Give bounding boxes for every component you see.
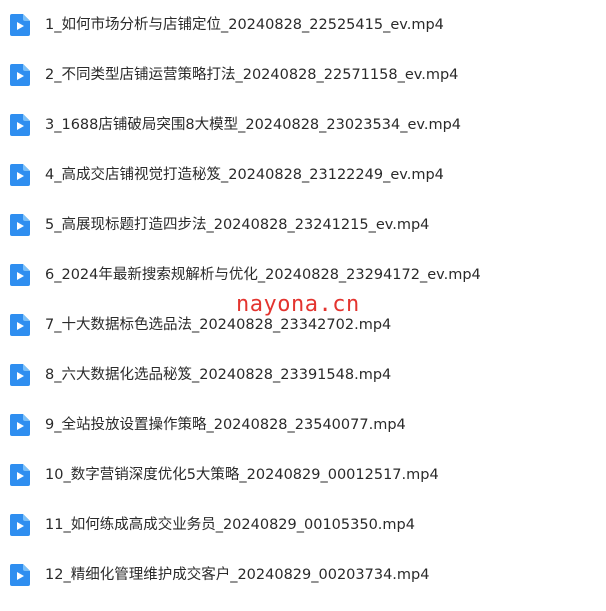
video-file-icon — [10, 464, 30, 486]
file-name: 10_数字营销深度优化5大策略_20240829_00012517.mp4 — [45, 467, 439, 483]
file-row[interactable]: 3_1688店铺破局突围8大模型_20240828_23023534_ev.mp… — [0, 100, 606, 150]
file-name: 5_高展现标题打造四步法_20240828_23241215_ev.mp4 — [45, 217, 430, 233]
file-row[interactable]: 11_如何练成高成交业务员_20240829_00105350.mp4 — [0, 500, 606, 550]
file-name: 2_不同类型店铺运营策略打法_20240828_22571158_ev.mp4 — [45, 67, 459, 83]
file-row[interactable]: 8_六大数据化选品秘笈_20240828_23391548.mp4 — [0, 350, 606, 400]
video-file-icon — [10, 414, 30, 436]
watermark-text: nayona.cn — [236, 292, 360, 317]
video-file-icon — [10, 564, 30, 586]
file-row[interactable]: 9_全站投放设置操作策略_20240828_23540077.mp4 — [0, 400, 606, 450]
file-name: 8_六大数据化选品秘笈_20240828_23391548.mp4 — [45, 367, 392, 383]
file-name: 6_2024年最新搜索规解析与优化_20240828_23294172_ev.m… — [45, 267, 481, 283]
video-file-icon — [10, 114, 30, 136]
file-row[interactable]: 10_数字营销深度优化5大策略_20240829_00012517.mp4 — [0, 450, 606, 500]
video-file-icon — [10, 264, 30, 286]
file-row[interactable]: 4_高成交店铺视觉打造秘笈_20240828_23122249_ev.mp4 — [0, 150, 606, 200]
file-row[interactable]: 5_高展现标题打造四步法_20240828_23241215_ev.mp4 — [0, 200, 606, 250]
file-name: 4_高成交店铺视觉打造秘笈_20240828_23122249_ev.mp4 — [45, 167, 444, 183]
video-file-icon — [10, 214, 30, 236]
file-name: 9_全站投放设置操作策略_20240828_23540077.mp4 — [45, 417, 406, 433]
video-file-icon — [10, 164, 30, 186]
file-row[interactable]: 1_如何市场分析与店铺定位_20240828_22525415_ev.mp4 — [0, 0, 606, 50]
file-name: 3_1688店铺破局突围8大模型_20240828_23023534_ev.mp… — [45, 117, 461, 133]
file-name: 12_精细化管理维护成交客户_20240829_00203734.mp4 — [45, 567, 430, 583]
video-file-icon — [10, 364, 30, 386]
file-name: 1_如何市场分析与店铺定位_20240828_22525415_ev.mp4 — [45, 17, 444, 33]
video-file-icon — [10, 514, 30, 536]
video-file-icon — [10, 14, 30, 36]
file-row[interactable]: 2_不同类型店铺运营策略打法_20240828_22571158_ev.mp4 — [0, 50, 606, 100]
video-file-icon — [10, 64, 30, 86]
video-file-icon — [10, 314, 30, 336]
file-name: 7_十大数据标色选品法_20240828_23342702.mp4 — [45, 317, 392, 333]
file-name: 11_如何练成高成交业务员_20240829_00105350.mp4 — [45, 517, 415, 533]
file-row[interactable]: 12_精细化管理维护成交客户_20240829_00203734.mp4 — [0, 550, 606, 600]
